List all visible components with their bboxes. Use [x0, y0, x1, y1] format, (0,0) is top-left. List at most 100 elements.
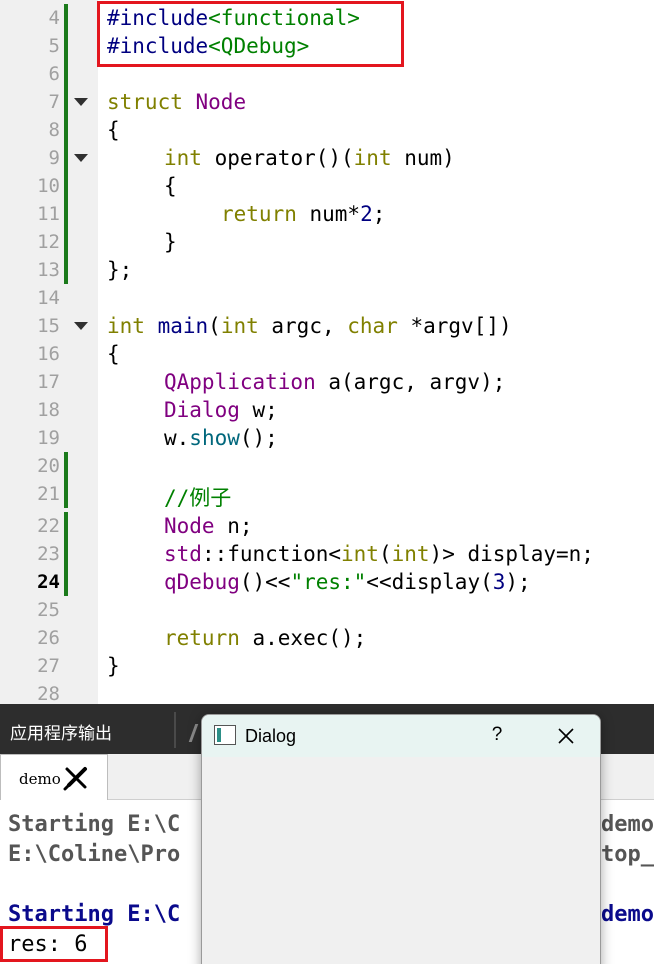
line-number: 28: [37, 683, 60, 704]
line-number: 15: [37, 315, 60, 337]
code-text: }: [164, 230, 177, 254]
code-comment: //例子: [164, 486, 232, 510]
fold-arrow-icon[interactable]: [74, 98, 88, 106]
line-number: 12: [37, 231, 60, 253]
code-line[interactable]: 17 QApplication a(argc, argv);: [0, 368, 654, 396]
line-number: 8: [48, 119, 60, 141]
change-marker: [64, 256, 68, 284]
tab-label: demo: [19, 770, 61, 788]
line-number: 18: [37, 399, 60, 421]
code-line[interactable]: 25: [0, 596, 654, 624]
keyword: return: [164, 626, 240, 650]
class-name: Node: [195, 90, 247, 114]
code-line[interactable]: 23 std::function<int(int)> display=n;: [0, 540, 654, 568]
code-text: (: [208, 314, 221, 338]
keyword: return: [221, 202, 297, 226]
output-line: Starting E:\C: [8, 812, 181, 837]
code-text: num): [391, 146, 455, 170]
line-number: 11: [37, 203, 60, 225]
change-marker: [64, 4, 68, 32]
output-pane-title: 应用程序输出: [10, 724, 112, 743]
code-line[interactable]: 7 struct Node: [0, 88, 654, 116]
line-number: 6: [48, 63, 60, 85]
code-line[interactable]: 15 int main(int argc, char *argv[]): [0, 312, 654, 340]
code-line[interactable]: 24 qDebug()<<"res:"<<display(3);: [0, 568, 654, 596]
code-text: }: [107, 654, 120, 678]
code-editor[interactable]: 4 #include<functional> 5 #include<QDebug…: [0, 0, 654, 704]
output-line: top_: [601, 842, 654, 867]
change-marker: [64, 60, 68, 88]
keyword: int: [391, 542, 430, 566]
code-line[interactable]: 12 }: [0, 228, 654, 256]
fold-arrow-icon[interactable]: [74, 154, 88, 162]
class-name: Node: [164, 514, 215, 538]
string-literal: "res:": [290, 570, 367, 594]
line-number: 23: [37, 543, 60, 565]
code-text: {: [164, 174, 177, 198]
window-icon: [214, 725, 236, 745]
line-number: 9: [48, 147, 60, 169]
code-line[interactable]: 13 };: [0, 256, 654, 284]
line-number: 10: [37, 175, 60, 197]
code-text: w.: [164, 426, 190, 450]
line-number: 19: [37, 427, 60, 449]
code-line[interactable]: 28: [0, 680, 654, 704]
code-line[interactable]: 27 }: [0, 652, 654, 680]
dialog-title-bar[interactable]: Dialog ?: [202, 715, 600, 757]
fold-arrow-icon[interactable]: [74, 322, 88, 330]
dialog-title: Dialog: [245, 726, 297, 746]
keyword: int: [107, 314, 145, 338]
line-number: 22: [37, 515, 60, 537]
keyword: int: [353, 146, 392, 170]
keyword: int: [164, 146, 202, 170]
line-number: 25: [37, 599, 60, 621]
close-tab-icon[interactable]: [63, 765, 89, 791]
function-name: qDebug: [164, 570, 240, 594]
code-text: {: [107, 342, 120, 366]
class-name: QApplication: [164, 370, 316, 394]
line-number: 20: [37, 455, 60, 477]
code-line[interactable]: 14: [0, 284, 654, 312]
code-line[interactable]: 21 //例子: [0, 480, 654, 510]
line-number: 5: [48, 35, 60, 57]
code-line[interactable]: 18 Dialog w;: [0, 396, 654, 424]
code-line[interactable]: 20: [0, 452, 654, 480]
code-text: <<display(: [366, 570, 493, 594]
method-call: show: [189, 426, 240, 450]
code-line[interactable]: 8 {: [0, 116, 654, 144]
help-button[interactable]: ?: [486, 724, 508, 748]
line-number: 14: [37, 287, 60, 309]
code-text: num*: [296, 202, 361, 226]
line-number: 4: [48, 7, 60, 29]
change-marker: [64, 88, 68, 116]
change-marker: [64, 116, 68, 144]
code-text: *argv[]): [397, 314, 512, 338]
output-line: demo: [601, 902, 654, 927]
code-line[interactable]: 22 Node n;: [0, 512, 654, 540]
output-line: demo: [601, 812, 654, 837]
code-line[interactable]: 10 {: [0, 172, 654, 200]
change-marker: [64, 200, 68, 228]
code-line[interactable]: 19 w.show();: [0, 424, 654, 452]
code-line[interactable]: 9 int operator()(int num): [0, 144, 654, 172]
code-text: operator()(: [201, 146, 354, 170]
close-icon[interactable]: [554, 724, 578, 748]
output-line: E:\Coline\Pro: [8, 842, 181, 867]
output-line: Starting E:\C: [8, 902, 181, 927]
code-text: ()<<: [239, 570, 291, 594]
code-text: (: [378, 542, 392, 566]
tab-demo[interactable]: demo: [0, 754, 108, 801]
line-number: 7: [48, 91, 60, 113]
code-line[interactable]: 26 return a.exec();: [0, 624, 654, 652]
code-line[interactable]: 16 {: [0, 340, 654, 368]
line-number: 26: [37, 627, 60, 649]
change-marker: [64, 480, 68, 508]
change-marker: [64, 540, 68, 568]
change-marker: [64, 512, 68, 540]
code-text: n;: [214, 514, 253, 538]
change-marker: [64, 568, 68, 596]
keyword: int: [220, 314, 259, 338]
dialog-body: [202, 757, 600, 964]
code-line[interactable]: 11 return num*2;: [0, 200, 654, 228]
dialog-window[interactable]: Dialog ?: [201, 714, 601, 964]
